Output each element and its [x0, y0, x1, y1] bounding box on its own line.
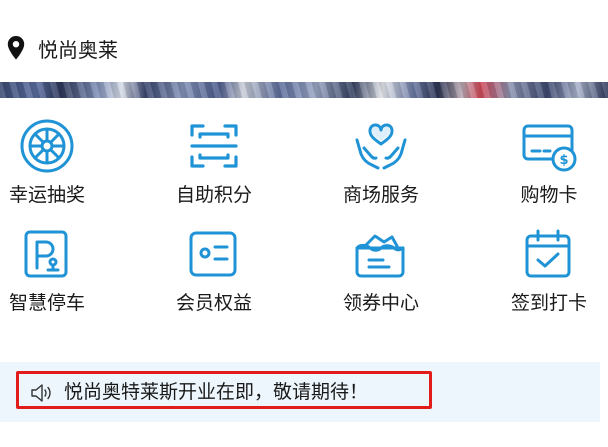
service-label: 幸运抽奖 [8, 184, 85, 206]
map-pin-icon [7, 36, 25, 60]
location-name: 悦尚奥莱 [38, 38, 118, 62]
mall-home-page: 悦尚奥莱 幸运抽奖 自助积分 商场服务 $ 购物卡 智慧停车 会员权益 领券中心… [0, 0, 608, 447]
calendar-check-icon [525, 229, 571, 278]
service-shopping-card[interactable]: $ 购物卡 [474, 118, 608, 218]
lucky-wheel-icon [20, 119, 74, 173]
notice-text: 悦尚奥特莱斯开业在即，敬请期待！ [64, 381, 369, 403]
speaker-icon [31, 384, 51, 402]
service-label: 签到打卡 [510, 292, 587, 314]
service-label: 领券中心 [342, 292, 419, 314]
service-lucky-draw[interactable]: 幸运抽奖 [0, 118, 122, 218]
svg-text:$: $ [559, 153, 568, 168]
service-label: 商场服务 [342, 184, 419, 206]
service-mall-services[interactable]: 商场服务 [306, 118, 456, 218]
scan-icon [190, 124, 238, 168]
service-coupon-center[interactable]: 领券中心 [306, 226, 456, 326]
heart-hands-icon [355, 123, 407, 170]
service-member-benefits[interactable]: 会员权益 [139, 226, 289, 326]
service-label: 智慧停车 [8, 292, 85, 314]
coupon-wallet-icon [355, 234, 405, 278]
service-smart-parking[interactable]: 智慧停车 [0, 226, 122, 326]
service-label: 自助积分 [175, 184, 252, 206]
member-card-icon [189, 231, 237, 277]
banner-texture [0, 82, 608, 98]
location-header[interactable]: 悦尚奥莱 [0, 0, 608, 82]
service-check-in[interactable]: 签到打卡 [474, 226, 608, 326]
service-label: 购物卡 [520, 184, 578, 206]
service-self-points[interactable]: 自助积分 [139, 118, 289, 218]
shopping-card-icon: $ [522, 124, 577, 172]
banner-image[interactable] [0, 82, 608, 98]
service-label: 会员权益 [175, 292, 252, 314]
parking-icon [24, 230, 68, 278]
